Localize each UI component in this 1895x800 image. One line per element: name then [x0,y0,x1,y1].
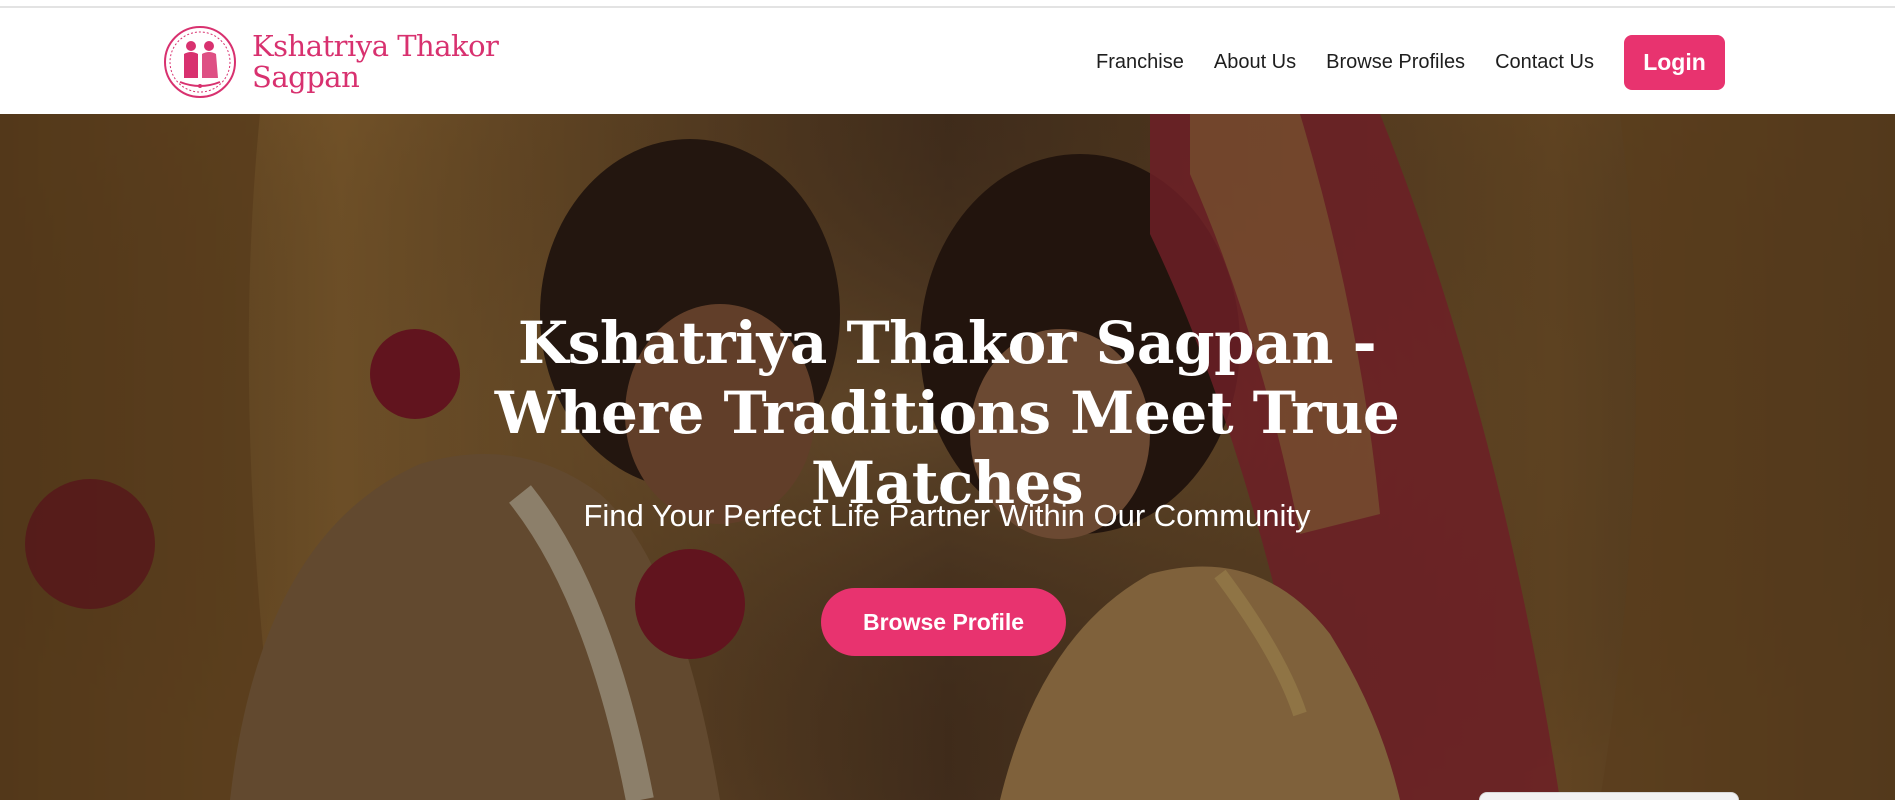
brand-home-link[interactable]: Kshatriya Thakor Sagpan [162,22,512,102]
main-nav: Franchise About Us Browse Profiles Conta… [1096,34,1725,90]
nav-contact-us-link[interactable]: Contact Us [1495,51,1594,74]
hero-subtitle: Find Your Perfect Life Partner Within Ou… [583,498,1311,533]
nav-about-us-link[interactable]: About Us [1214,51,1296,74]
hero-section: Kshatriya Thakor Sagpan - Where Traditio… [0,114,1895,800]
login-button[interactable]: Login [1624,34,1725,90]
floating-widget-tab[interactable] [1479,792,1739,800]
nav-franchise-link[interactable]: Franchise [1096,51,1184,74]
site-header: Kshatriya Thakor Sagpan Franchise About … [0,8,1895,114]
browse-profile-button[interactable]: Browse Profile [821,588,1066,656]
hero-title: Kshatriya Thakor Sagpan - Where Traditio… [494,309,1400,517]
nav-browse-profiles-link[interactable]: Browse Profiles [1326,51,1465,74]
brand-name[interactable]: Kshatriya Thakor Sagpan [252,31,512,93]
couple-emblem-icon [164,26,236,98]
